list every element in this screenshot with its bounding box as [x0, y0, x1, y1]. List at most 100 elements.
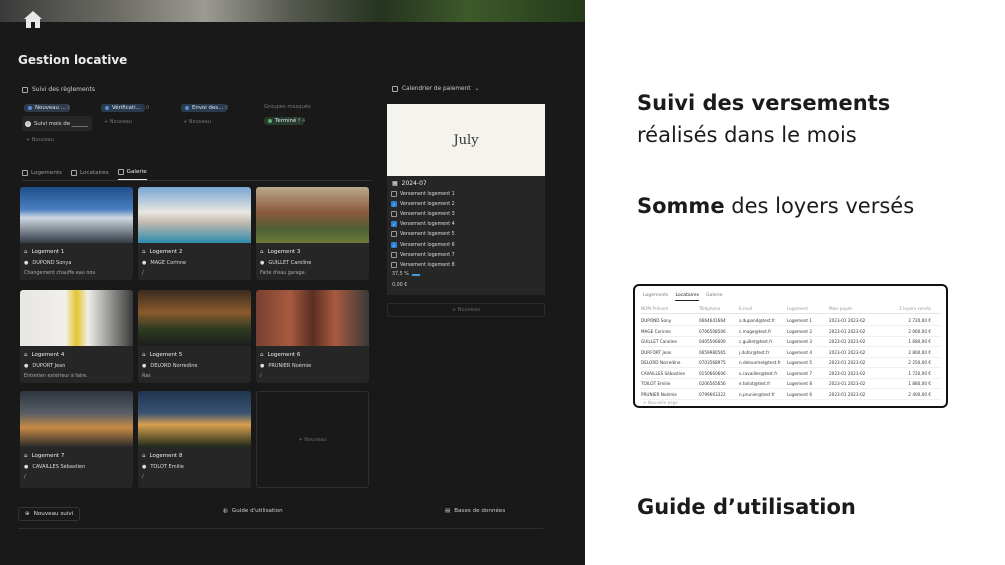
status-dot-icon: [28, 106, 32, 110]
home-icon: ⌂: [142, 249, 146, 255]
gallery-card[interactable]: ⌂ Logement 2 ● MAGE Corinne /: [138, 187, 251, 280]
chevron-down-icon: ⌄: [474, 86, 480, 92]
new-followup-button[interactable]: ⊕ Nouveau suivi: [18, 507, 81, 521]
add-card-button[interactable]: + Nouveau: [26, 137, 54, 143]
gallery-icon: [117, 169, 124, 175]
checkbox[interactable]: [391, 231, 397, 237]
tab-galerie[interactable]: Galerie: [117, 169, 147, 180]
gallery-card[interactable]: ⌂ Logement 5 ● DELORD Norredine Ras: [138, 290, 251, 383]
home-icon: ⌂: [142, 352, 146, 358]
calendar-icon: ▦: [392, 180, 398, 187]
table-row[interactable]: PRUNIER Noémie 0799663322 n.prunier@test.f…: [641, 390, 941, 400]
column-count: 0: [225, 105, 229, 111]
checkbox[interactable]: [391, 211, 397, 217]
gallery-card[interactable]: ⌂ Logement 8 ● TOLOT Emilie /: [138, 391, 251, 488]
home-icon: ⌂: [24, 352, 28, 358]
home-icon: ⌂: [260, 249, 264, 255]
table-row[interactable]: MAGE Corinne 0706508506 c.mage@test.fr Loge…: [641, 327, 941, 337]
table-row[interactable]: DELORD Norredine 0703568975 n.delourmel@te…: [641, 358, 941, 368]
payment-checkbox-row[interactable]: Versement logement 5: [391, 231, 455, 237]
calendar-header[interactable]: Calendrier de paiement ⌄: [392, 86, 479, 92]
promo-panel: [585, 0, 1005, 565]
divider: [22, 180, 372, 181]
progress-bar: [411, 273, 420, 276]
house-photo: [20, 290, 133, 346]
checkbox[interactable]: [391, 191, 397, 197]
card-note: /: [142, 475, 144, 480]
payment-checkbox-row[interactable]: ✓ Versement logement 2: [391, 201, 455, 207]
checkbox-checked[interactable]: ✓: [391, 242, 397, 248]
status-column-done[interactable]: Terminé !: [264, 117, 305, 125]
databases-link[interactable]: ▤ Bases de données: [445, 508, 505, 514]
table-row[interactable]: CAVAILLES Sébastien 0150660606 s.cavailles…: [641, 369, 941, 379]
payment-checkbox-row[interactable]: Versement logement 3: [391, 211, 455, 217]
home-icon: ⌂: [260, 352, 264, 358]
payment-checkbox-row[interactable]: Versement logement 8: [391, 262, 455, 268]
new-gallery-card-button[interactable]: + Nouveau: [256, 391, 369, 488]
status-column-verification[interactable]: Vérificati...: [101, 104, 145, 112]
gallery-card[interactable]: ⌂ Logement 4 ● DUPORT Jean Entretien extér…: [20, 290, 133, 383]
house-photo: [20, 187, 133, 243]
check-circle-icon: ✓: [25, 120, 31, 127]
table-icon: [70, 169, 77, 176]
person-icon: ●: [24, 363, 29, 369]
gallery-card[interactable]: ⌂ Logement 1 ● DUPOND Sonya Changement cha…: [20, 187, 133, 280]
payment-checkbox-row[interactable]: ✓ Versement logement 6: [391, 242, 455, 248]
table-row[interactable]: DURFORT Jean 0659980565 j.dufor@test.fr Log…: [641, 348, 941, 358]
payment-total: 0,00 €: [392, 283, 408, 288]
payment-checkbox-row[interactable]: ✓ Versement logement 4: [391, 221, 455, 227]
board-icon: [22, 86, 28, 93]
home-icon: ⌂: [24, 249, 28, 255]
person-icon: ●: [24, 464, 29, 470]
table-row[interactable]: TOILOT Emilie 0206565656 e.toilot@test.fr L…: [641, 379, 941, 389]
person-icon: ●: [142, 260, 147, 266]
tab-logements[interactable]: Logements: [643, 293, 668, 301]
status-column-send[interactable]: Envoi des...: [181, 104, 228, 112]
table-row[interactable]: DUPOND Sony 0664641664 s.dupond@test.fr Log…: [641, 316, 941, 326]
globe-icon: ◍: [223, 508, 228, 514]
gallery-card[interactable]: ⌂ Logement 3 ● GUILLET Caroline Faite d'ea…: [256, 187, 369, 280]
house-photo: [20, 391, 133, 447]
column-count: 1: [67, 105, 71, 111]
tab-galerie[interactable]: Galerie: [706, 293, 722, 301]
calendar-icon: [392, 86, 398, 92]
table-icon: [22, 169, 28, 176]
gallery-card[interactable]: ⌂ Logement 6 ● PRUNIER Noémie /: [256, 290, 369, 383]
checkbox[interactable]: [391, 252, 397, 258]
tab-locataires[interactable]: Locataires: [675, 293, 699, 301]
column-count: 0: [146, 105, 150, 111]
add-card-button[interactable]: + Nouveau: [183, 119, 211, 125]
cover-image: [0, 0, 585, 22]
gallery-card[interactable]: ⌂ Logement 7 ● CAVAILLES Sébastien /: [20, 391, 133, 488]
tenant-table-preview: Logements Locataires Galerie NOM Prénom …: [633, 284, 948, 408]
card-note: Ras: [142, 374, 151, 379]
database-icon: ▤: [445, 508, 451, 514]
column-count: 4: [302, 118, 306, 124]
heading-guide: Guide d’utilisation: [637, 495, 856, 519]
status-column-new[interactable]: Nouveau ...: [24, 104, 70, 112]
card-note: Changement chauffe eau nov.: [24, 271, 97, 276]
heading-payments-sub: réalisés dans le mois: [637, 123, 857, 147]
house-photo: [256, 290, 369, 346]
status-dot-icon: [268, 119, 272, 123]
payment-checkbox-row[interactable]: Versement logement 7: [391, 252, 455, 258]
heading-payments: Suivi des versements: [637, 91, 891, 115]
tab-logements[interactable]: Logements: [22, 169, 62, 180]
checkbox-checked[interactable]: ✓: [391, 221, 397, 227]
checkbox-checked[interactable]: ✓: [391, 201, 397, 207]
table-row[interactable]: GUILLET Caroline 0405506600 c.guillet@test…: [641, 337, 941, 347]
payment-checkbox-row[interactable]: Versement logement 1: [391, 191, 455, 197]
tab-locataires[interactable]: Locataires: [70, 169, 109, 180]
card-note: /: [24, 475, 26, 480]
new-page-button[interactable]: + Nouvelle page: [643, 400, 678, 405]
status-dot-icon: [105, 106, 109, 110]
checkbox[interactable]: [391, 262, 397, 268]
payment-card[interactable]: ✓ Suivi mois de ______: [22, 116, 92, 131]
progress-percent: 37,5 %: [392, 272, 420, 277]
add-card-button[interactable]: + Nouveau: [104, 119, 132, 125]
new-calendar-entry-button[interactable]: + Nouveau: [387, 303, 545, 317]
person-icon: ●: [142, 464, 147, 470]
payments-section-header[interactable]: Suivi des règlements: [22, 86, 95, 93]
guide-link[interactable]: ◍ Guide d'utilisation: [223, 508, 283, 514]
house-photo: [138, 290, 251, 346]
